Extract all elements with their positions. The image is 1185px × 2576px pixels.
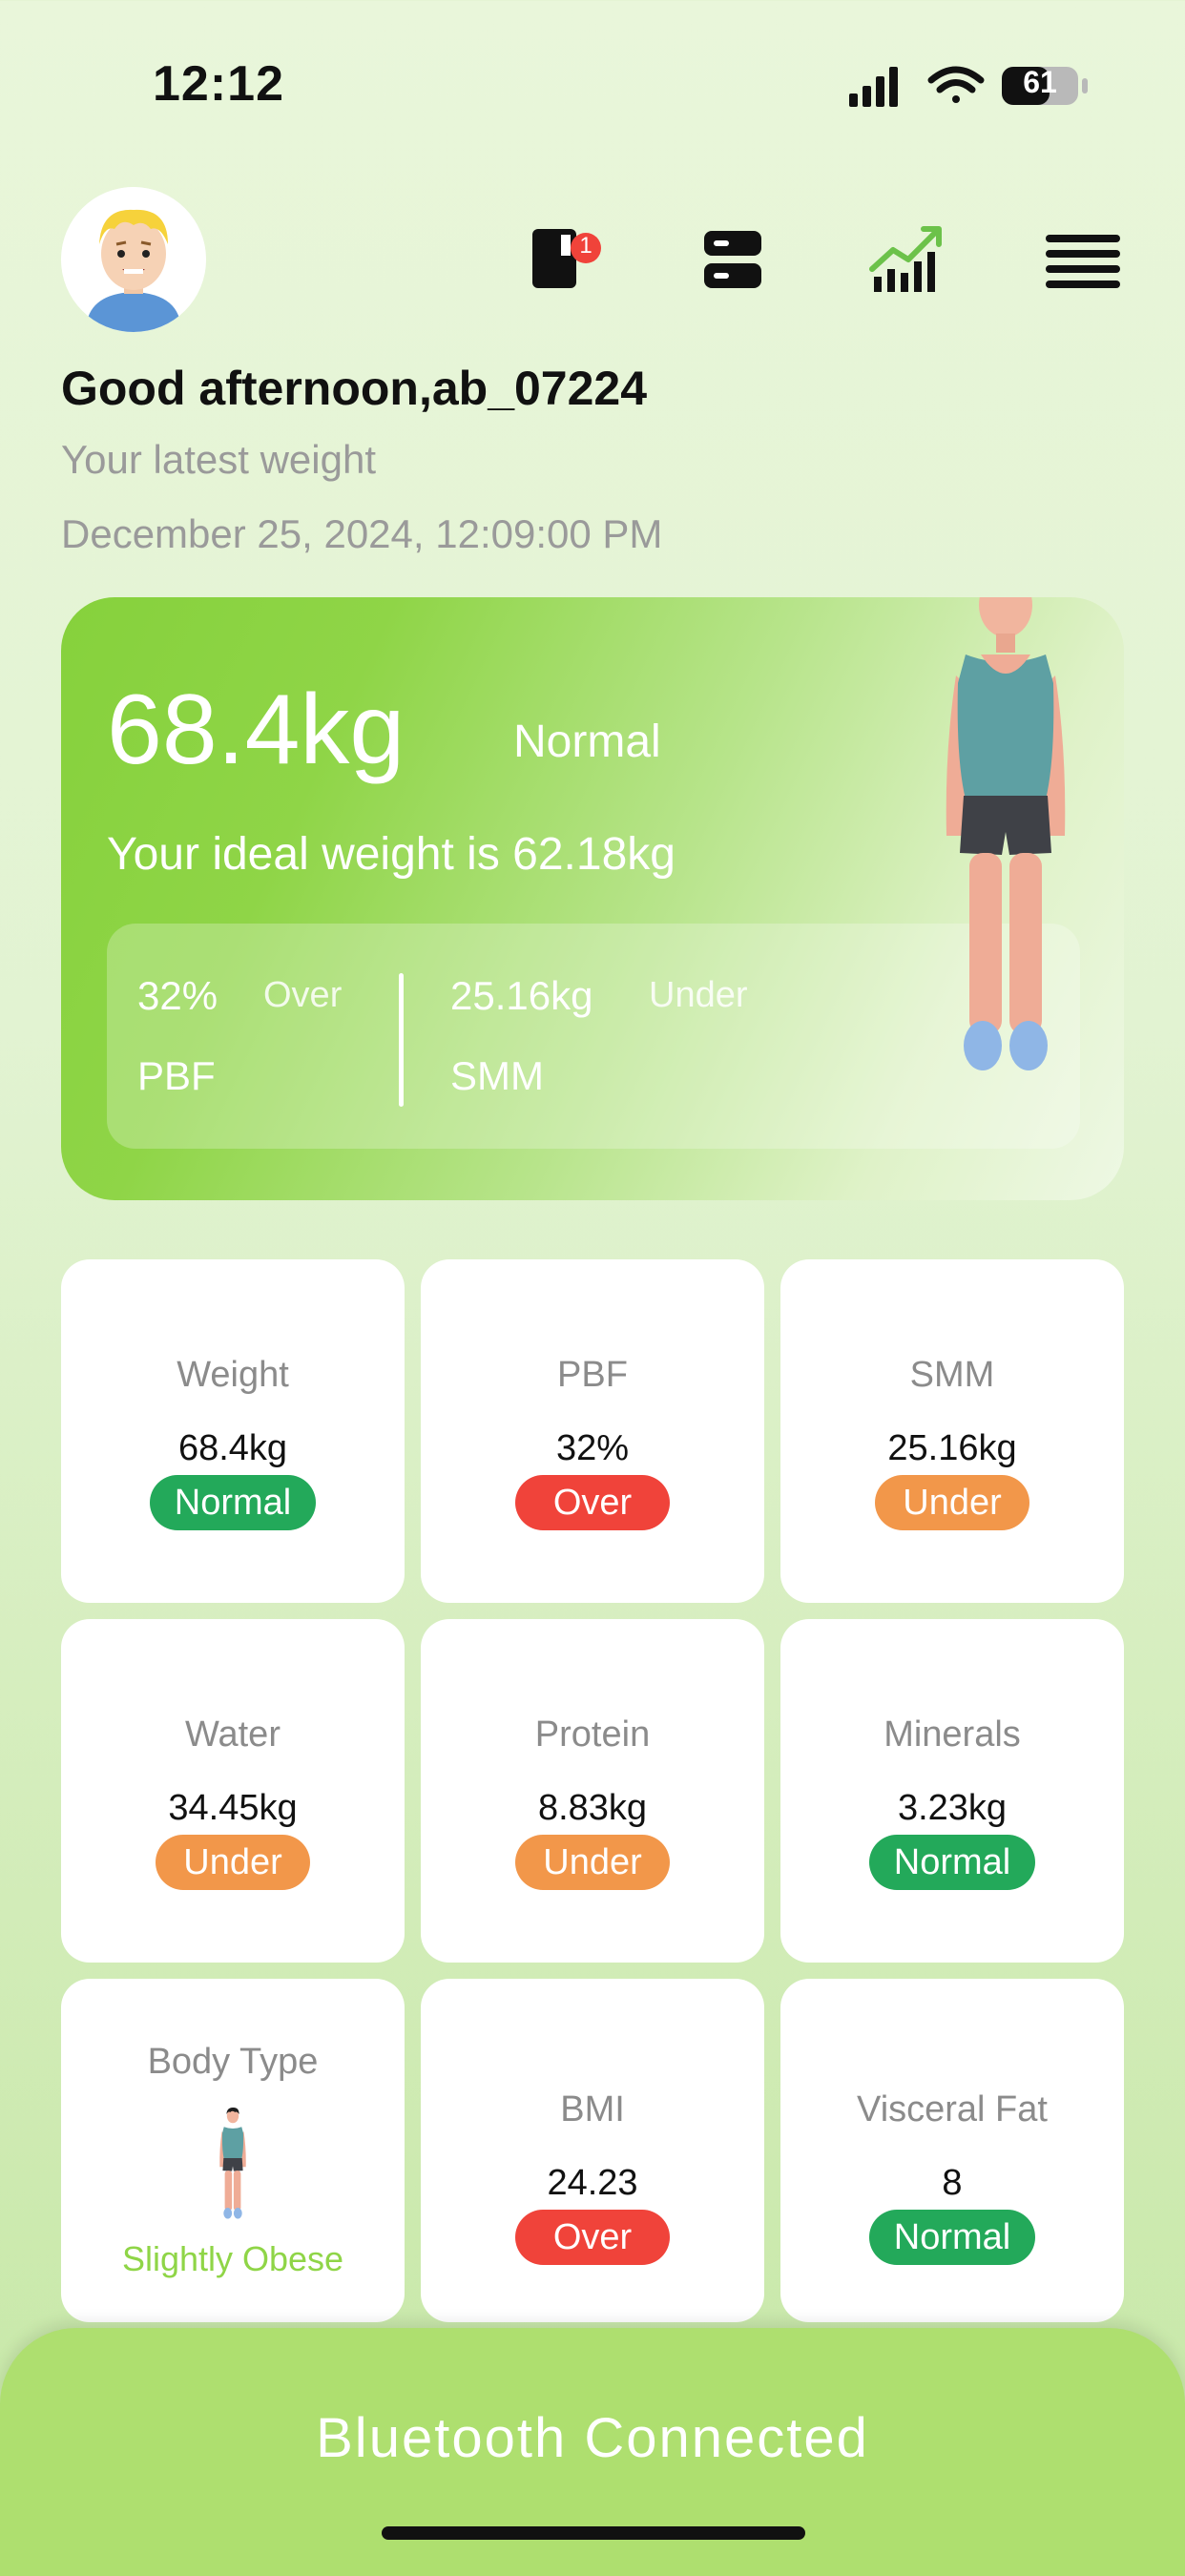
wifi-icon	[927, 66, 985, 103]
metric-value: 32%	[555, 1428, 630, 1468]
summary-divider	[399, 973, 404, 1107]
battery-level: 61	[1023, 65, 1057, 99]
status-icons: 61	[847, 61, 1095, 109]
metric-tile-protein[interactable]: Protein 8.83kg Under	[421, 1619, 764, 1963]
signal-icon	[849, 67, 898, 107]
bluetooth-status-text: Bluetooth Connected	[316, 2407, 869, 2469]
menu-icon-button[interactable]	[1040, 221, 1124, 298]
metric-tile-minerals[interactable]: Minerals 3.23kg Normal	[780, 1619, 1124, 1963]
measurement-datetime: December 25, 2024, 12:09:00 PM	[61, 511, 663, 556]
latest-weight-label: Your latest weight	[61, 437, 376, 482]
metric-value: 34.45kg	[168, 1788, 298, 1828]
metric-label: Weight	[177, 1355, 289, 1395]
metric-tile-pbf[interactable]: PBF 32% Over	[421, 1259, 764, 1603]
status-badge: Under	[156, 1835, 310, 1890]
metric-value: 24.23	[547, 2163, 638, 2203]
list-cards-icon	[704, 231, 761, 288]
weight-status: Normal	[513, 717, 661, 767]
metric-value: 68.4kg	[177, 1428, 288, 1468]
status-badge: Over	[515, 1475, 670, 1530]
metric-value: 3.23kg	[897, 1788, 1008, 1828]
trend-chart-icon	[869, 226, 942, 292]
notebook-icon-button[interactable]: 1	[519, 221, 603, 298]
metric-tile-bmi[interactable]: BMI 24.23 Over	[421, 1979, 764, 2322]
metric-label: Visceral Fat	[857, 2089, 1048, 2129]
metric-label: Protein	[534, 1714, 651, 1755]
status-badge: Normal	[149, 1475, 317, 1530]
metric-value: 8	[942, 2163, 963, 2203]
metric-tile-body-type[interactable]: Body Type Slightly Obese	[61, 1979, 405, 2322]
smm-state: Under	[649, 975, 748, 1015]
pbf-label: PBF	[137, 1053, 216, 1098]
body-type-figure	[204, 2104, 261, 2226]
metric-value: 8.83kg	[537, 1788, 648, 1828]
metric-tile-visceral-fat[interactable]: Visceral Fat 8 Normal	[780, 1979, 1124, 2322]
current-weight: 68.4kg	[107, 675, 405, 785]
pbf-value: 32%	[137, 973, 218, 1018]
body-figure-illustration	[882, 597, 1124, 1103]
hamburger-menu-icon	[1046, 235, 1120, 288]
metric-tile-weight[interactable]: Weight 68.4kg Normal	[61, 1259, 405, 1603]
status-badge: Normal	[868, 2210, 1036, 2265]
ideal-weight: Your ideal weight is 62.18kg	[107, 829, 676, 880]
body-type-value: Slightly Obese	[121, 2239, 344, 2278]
smm-value: 25.16kg	[450, 973, 593, 1018]
metric-label: Minerals	[884, 1714, 1021, 1755]
status-time: 12:12	[153, 56, 284, 112]
metric-label: SMM	[909, 1355, 995, 1395]
status-badge: Under	[875, 1475, 1029, 1530]
avatar[interactable]	[61, 187, 206, 332]
records-icon-button[interactable]	[691, 221, 775, 298]
weight-summary-card[interactable]: 68.4kg Normal Your ideal weight is 62.18…	[61, 597, 1124, 1200]
metric-label: Water	[185, 1714, 281, 1755]
metric-value: 25.16kg	[887, 1428, 1017, 1468]
metric-tile-water[interactable]: Water 34.45kg Under	[61, 1619, 405, 1963]
metric-tile-smm[interactable]: SMM 25.16kg Under	[780, 1259, 1124, 1603]
home-indicator[interactable]	[382, 2526, 805, 2540]
smm-label: SMM	[450, 1053, 544, 1098]
status-badge: Normal	[868, 1835, 1036, 1890]
pbf-state: Over	[263, 975, 343, 1015]
notification-badge-count: 1	[579, 233, 592, 259]
metric-label: BMI	[560, 2089, 625, 2129]
metric-label: Body Type	[147, 2042, 319, 2082]
status-badge: Under	[515, 1835, 670, 1890]
trend-icon-button[interactable]	[864, 221, 948, 298]
status-badge: Over	[515, 2210, 670, 2265]
metric-label: PBF	[557, 1355, 628, 1395]
greeting: Good afternoon,ab_07224	[61, 362, 648, 415]
